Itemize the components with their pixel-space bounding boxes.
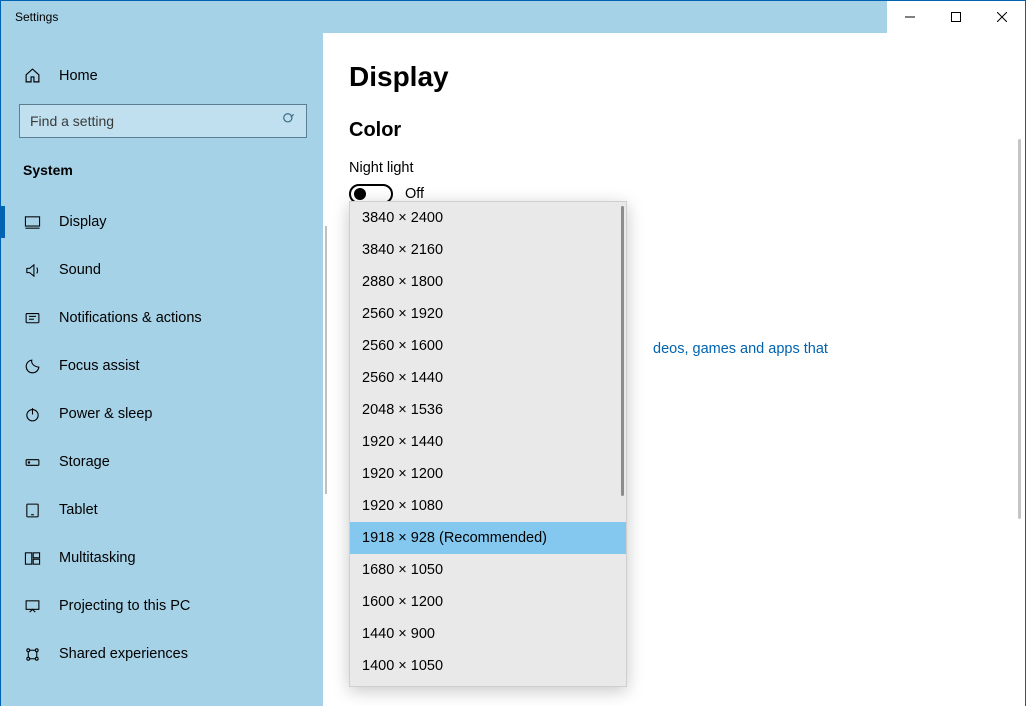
sidebar-item-label: Notifications & actions [59, 310, 202, 326]
projecting-icon [23, 598, 41, 615]
resolution-option[interactable]: 2560 × 1600 [350, 330, 626, 362]
resolution-option[interactable]: 1600 × 1200 [350, 586, 626, 618]
sidebar-item-label: Shared experiences [59, 646, 188, 662]
sidebar-item-display[interactable]: Display [1, 198, 323, 246]
sidebar-item-label: Tablet [59, 502, 98, 518]
sidebar-item-label: Focus assist [59, 358, 140, 374]
minimize-icon [905, 12, 915, 22]
sidebar-item-label: Display [59, 214, 107, 230]
home-label: Home [59, 68, 98, 84]
sidebar-item-projecting-to-this-pc[interactable]: Projecting to this PC [1, 582, 323, 630]
titlebar-left: Settings [1, 10, 58, 24]
resolution-option[interactable]: 1920 × 1200 [350, 458, 626, 490]
resolution-option[interactable]: 1920 × 1440 [350, 426, 626, 458]
maximize-icon [951, 12, 961, 22]
focus-assist-icon [23, 358, 41, 375]
resolution-option[interactable]: 3840 × 2400 [350, 202, 626, 234]
page-title: Display [349, 61, 1025, 93]
shared-icon [23, 646, 41, 663]
sidebar-item-sound[interactable]: Sound [1, 246, 323, 294]
multitasking-icon [23, 550, 41, 567]
nav-list: Display Sound Notifications & actions Focus… [1, 198, 323, 678]
sidebar-item-label: Storage [59, 454, 110, 470]
resolution-option[interactable]: 1440 × 900 [350, 618, 626, 650]
resolution-option[interactable]: 2560 × 1440 [350, 362, 626, 394]
resolution-option[interactable]: 2048 × 1536 [350, 394, 626, 426]
sidebar-item-notifications-actions[interactable]: Notifications & actions [1, 294, 323, 342]
tablet-icon [23, 502, 41, 519]
section-heading-color: Color [349, 119, 1025, 142]
sidebar-item-label: Sound [59, 262, 101, 278]
storage-icon [23, 454, 41, 471]
maximize-button[interactable] [933, 1, 979, 33]
dropdown-scrollbar[interactable] [621, 206, 624, 496]
dropdown-list: 3840 × 24003840 × 21602880 × 18002560 × … [350, 202, 626, 686]
search-icon [282, 112, 296, 131]
resolution-option[interactable]: 1400 × 1050 [350, 650, 626, 682]
minimize-button[interactable] [887, 1, 933, 33]
sidebar-item-storage[interactable]: Storage [1, 438, 323, 486]
content-scrollbar[interactable] [1018, 139, 1021, 519]
sidebar-item-label: Projecting to this PC [59, 598, 190, 614]
sidebar-item-tablet[interactable]: Tablet [1, 486, 323, 534]
scroll-indicator [325, 226, 327, 494]
titlebar: Settings [1, 1, 1025, 33]
resolution-option[interactable]: 1680 × 1050 [350, 554, 626, 586]
sidebar-item-label: Multitasking [59, 550, 136, 566]
sidebar-item-multitasking[interactable]: Multitasking [1, 534, 323, 582]
sidebar-item-shared-experiences[interactable]: Shared experiences [1, 630, 323, 678]
home-button[interactable]: Home [1, 57, 323, 94]
resolution-dropdown[interactable]: 3840 × 24003840 × 21602880 × 18002560 × … [349, 201, 627, 687]
hdr-hint-fragment: deos, games and apps that [653, 341, 828, 357]
titlebar-controls [887, 1, 1025, 33]
close-icon [997, 12, 1007, 22]
night-light-label: Night light [349, 160, 1025, 176]
section-label: System [1, 152, 323, 188]
window-title: Settings [15, 10, 58, 24]
display-icon [23, 214, 41, 231]
power-icon [23, 406, 41, 423]
resolution-option[interactable]: 2880 × 1800 [350, 266, 626, 298]
search-field[interactable] [30, 113, 282, 129]
sidebar: Home System Display Sound Notifications & … [1, 33, 323, 706]
resolution-option[interactable]: 1920 × 1080 [350, 490, 626, 522]
settings-window: Settings Home [0, 0, 1026, 706]
sidebar-item-label: Power & sleep [59, 406, 153, 422]
search-input[interactable] [19, 104, 307, 138]
resolution-option[interactable]: 1918 × 928 (Recommended) [350, 522, 626, 554]
sound-icon [23, 262, 41, 279]
night-light-value: Off [405, 186, 424, 202]
resolution-option[interactable]: 3840 × 2160 [350, 234, 626, 266]
home-icon [23, 67, 41, 84]
resolution-option[interactable]: 2560 × 1920 [350, 298, 626, 330]
sidebar-item-focus-assist[interactable]: Focus assist [1, 342, 323, 390]
sidebar-item-power-sleep[interactable]: Power & sleep [1, 390, 323, 438]
search-container [1, 94, 323, 152]
notifications-icon [23, 310, 41, 327]
close-button[interactable] [979, 1, 1025, 33]
